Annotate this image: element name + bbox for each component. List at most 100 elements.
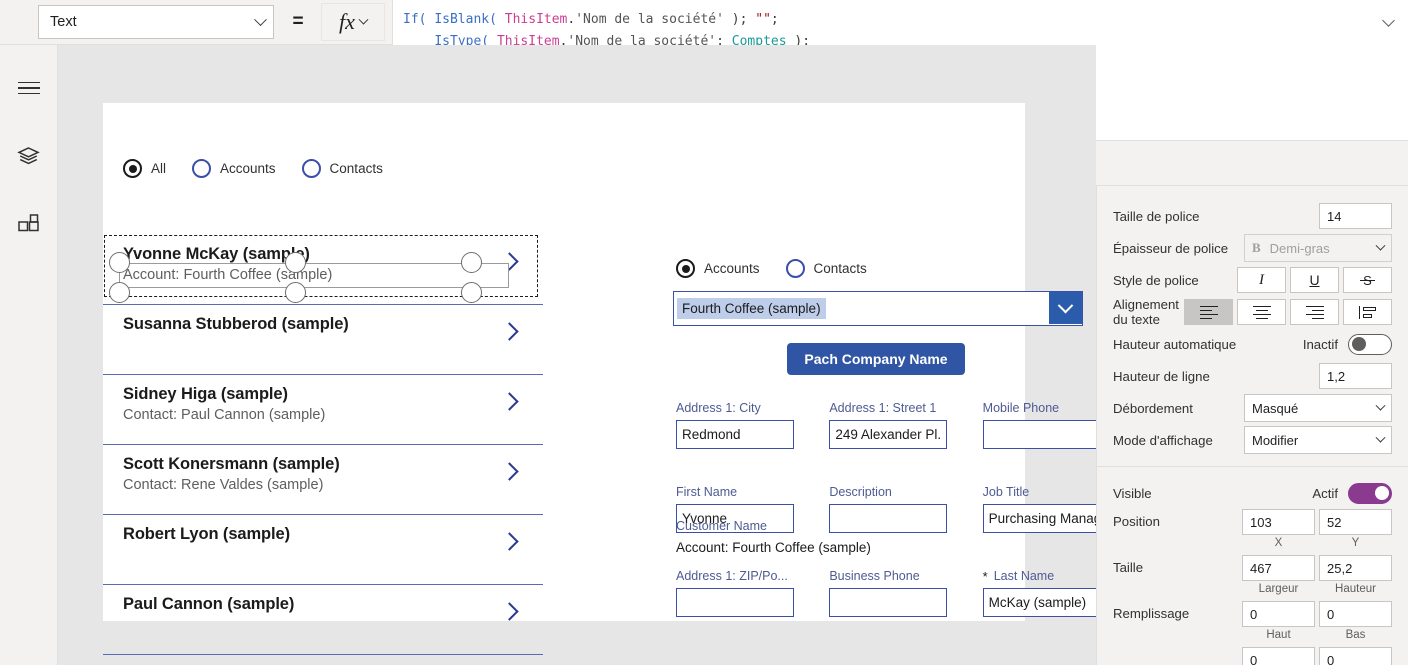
visible-toggle[interactable] xyxy=(1348,482,1392,504)
size-width-input[interactable]: 467 xyxy=(1242,555,1315,581)
underline-button[interactable]: U xyxy=(1290,267,1339,293)
gallery-header: All Accounts Contacts xyxy=(103,147,543,235)
resize-handle[interactable] xyxy=(285,252,306,273)
padding-top-input[interactable]: 0 xyxy=(1242,601,1315,627)
align-left-button[interactable] xyxy=(1184,299,1233,325)
prop-font-style-row: Style de police I U S xyxy=(1113,264,1392,296)
radio-icon xyxy=(123,159,142,178)
rail-item-insert[interactable] xyxy=(12,207,46,241)
form-field-input[interactable]: McKay (sample) xyxy=(982,588,1101,617)
gallery-item-divider xyxy=(103,653,543,655)
gallery-item[interactable]: Sidney Higa (sample) Contact: Paul Cannon… xyxy=(103,375,543,445)
form-field-input[interactable]: 249 Alexander Pl. xyxy=(829,420,948,449)
form-field-label-text: Description xyxy=(829,485,892,499)
form-field-input[interactable]: Redmond xyxy=(676,420,794,449)
align-right-button[interactable] xyxy=(1290,299,1339,325)
text-align-button-group xyxy=(1184,299,1392,325)
form-field-input[interactable] xyxy=(829,588,948,617)
font-weight-select[interactable]: B Demi-gras xyxy=(1244,234,1392,262)
overflow-select[interactable]: Masqué xyxy=(1244,394,1392,422)
font-size-input[interactable]: 14 xyxy=(1319,203,1392,229)
formula-token: ); xyxy=(731,12,748,27)
hamburger-icon xyxy=(17,81,40,95)
resize-handle[interactable] xyxy=(461,252,482,273)
formula-collapse-button[interactable] xyxy=(1380,14,1396,32)
line-height-input[interactable]: 1,2 xyxy=(1319,363,1392,389)
chevron-right-icon[interactable] xyxy=(500,532,519,551)
chevron-right-icon[interactable] xyxy=(500,462,519,481)
gallery-item[interactable]: Paul Cannon (sample) xyxy=(103,585,543,655)
padding-right-input[interactable]: 0 xyxy=(1319,647,1392,665)
customer-name-label: Customer Name xyxy=(676,519,767,533)
size-height-input[interactable]: 25,2 xyxy=(1319,555,1392,581)
position-y-input[interactable]: 52 xyxy=(1319,509,1392,535)
chevron-right-icon[interactable] xyxy=(500,392,519,411)
form-field-input[interactable]: Purchasing Manager xyxy=(982,504,1101,533)
rail-item-tree-view[interactable] xyxy=(12,139,46,173)
prop-font-style-label: Style de police xyxy=(1113,272,1199,288)
app-screen: All Accounts Contacts Yvonne McKay (sample… xyxy=(103,103,1101,655)
radio-icon xyxy=(301,159,321,178)
strikethrough-button[interactable]: S xyxy=(1343,267,1392,293)
radio-label: Contacts xyxy=(329,161,383,176)
align-justify-icon xyxy=(1358,305,1377,319)
gallery-item[interactable]: Robert Lyon (sample) xyxy=(103,515,543,585)
properties-panel: Taille de police 14 Épaisseur de police … xyxy=(1096,186,1408,665)
align-center-button[interactable] xyxy=(1237,299,1286,325)
formula-token: ThisItem xyxy=(504,12,568,27)
chevron-down-icon xyxy=(358,14,369,25)
chevron-right-icon[interactable] xyxy=(500,322,519,341)
size-height-label: Hauteur xyxy=(1335,583,1376,595)
prop-font-weight-row: Épaisseur de police B Demi-gras xyxy=(1113,232,1392,264)
radio-label: Accounts xyxy=(704,261,760,276)
form-field: Business Phone xyxy=(829,569,982,617)
formula-token: ; xyxy=(770,12,779,27)
position-x-input[interactable]: 103 xyxy=(1242,509,1315,535)
gallery-item[interactable]: Susanna Stubberod (sample) xyxy=(103,305,543,375)
display-mode-select[interactable]: Modifier xyxy=(1244,426,1392,454)
fx-button[interactable]: fx xyxy=(321,3,385,41)
prop-visible-label: Visible xyxy=(1113,485,1152,501)
resize-handle[interactable] xyxy=(109,282,130,303)
gallery-item[interactable]: Scott Konersmann (sample) Contact: Rene V… xyxy=(103,445,543,515)
visible-toggle-wrap: Actif xyxy=(1312,482,1392,504)
resize-handle[interactable] xyxy=(285,282,306,303)
align-justify-button[interactable] xyxy=(1343,299,1392,325)
form-filter-contacts[interactable]: Contacts xyxy=(785,259,867,278)
size-width-label: Largeur xyxy=(1258,583,1299,595)
padding-bottom-input[interactable]: 0 xyxy=(1319,601,1392,627)
company-dropdown[interactable]: Fourth Coffee (sample) xyxy=(673,291,1083,326)
radio-label: Accounts xyxy=(220,161,276,176)
form-field-label: Business Phone xyxy=(829,569,982,583)
dropdown-chevron-icon[interactable] xyxy=(1049,292,1082,324)
form-field-label-text: Address 1: City xyxy=(676,401,761,415)
form-field-label-text: Mobile Phone xyxy=(982,401,1060,415)
form-field-input[interactable] xyxy=(676,588,794,617)
gallery-item[interactable]: Yvonne McKay (sample) Account: Fourth Cof… xyxy=(103,235,543,305)
gallery-filter-accounts[interactable]: Accounts xyxy=(192,159,276,178)
resize-handle[interactable] xyxy=(109,252,130,273)
prop-font-size-label: Taille de police xyxy=(1113,208,1200,224)
auto-height-toggle[interactable] xyxy=(1348,333,1392,355)
gallery-item-title: Sidney Higa (sample) xyxy=(123,385,288,403)
gallery-filter-all[interactable]: All xyxy=(123,159,166,178)
form-field-input[interactable] xyxy=(982,420,1101,449)
chevron-right-icon[interactable] xyxy=(500,602,519,621)
form-filter-accounts[interactable]: Accounts xyxy=(676,259,760,278)
italic-icon: I xyxy=(1259,271,1264,288)
gallery-filter-contacts[interactable]: Contacts xyxy=(301,159,383,178)
chevron-down-icon xyxy=(1375,400,1386,411)
chevron-down-icon xyxy=(1375,240,1386,251)
resize-handle[interactable] xyxy=(461,282,482,303)
property-dropdown[interactable]: Text xyxy=(38,5,274,39)
radio-icon xyxy=(676,259,695,278)
chevron-right-icon[interactable] xyxy=(500,252,519,271)
patch-company-name-button[interactable]: Pach Company Name xyxy=(787,343,965,375)
prop-line-height-row: Hauteur de ligne 1,2 xyxy=(1113,360,1392,392)
gallery-list: Yvonne McKay (sample) Account: Fourth Cof… xyxy=(103,235,543,655)
rail-item-hamburger[interactable] xyxy=(12,71,46,105)
gallery-item-subtitle: Contact: Rene Valdes (sample) xyxy=(123,477,324,493)
italic-button[interactable]: I xyxy=(1237,267,1286,293)
gallery-item-title: Scott Konersmann (sample) xyxy=(123,455,340,473)
padding-left-input[interactable]: 0 xyxy=(1242,647,1315,665)
